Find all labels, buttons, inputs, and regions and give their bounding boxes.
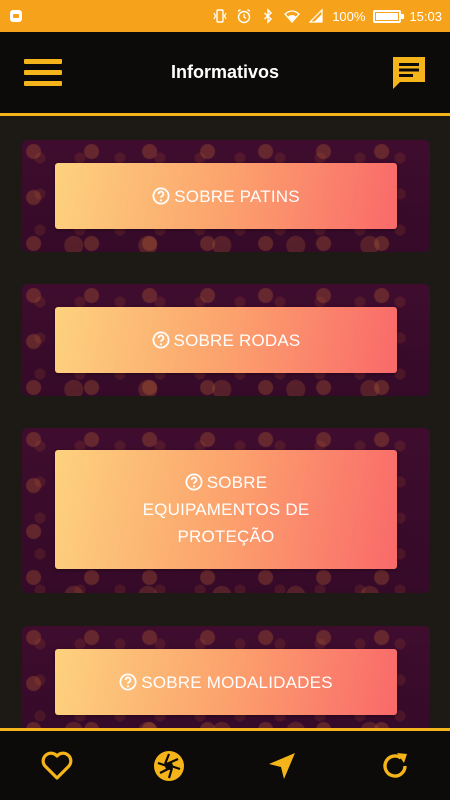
sobre-modalidades-button[interactable]: SOBRE MODALIDADES: [55, 649, 397, 715]
help-circle-icon: [152, 187, 174, 206]
card-button-label: SOBRE MODALIDADES: [141, 672, 333, 692]
heart-icon[interactable]: [40, 749, 74, 783]
card-button-label: SOBRE RODAS: [173, 330, 301, 350]
card-button-label: SOBRE: [206, 473, 268, 492]
battery-percent: 100%: [332, 8, 366, 24]
navigation-arrow-icon[interactable]: [265, 749, 299, 783]
info-list[interactable]: SOBRE PATINS SOBRE RODAS SOBRE EQUIPAMENT…: [0, 119, 450, 729]
sobre-rodas-button[interactable]: SOBRE RODAS: [55, 307, 397, 373]
camera-aperture-icon[interactable]: [152, 749, 186, 783]
help-circle-icon: [152, 331, 174, 350]
wifi-icon: [284, 10, 301, 23]
page-title: Informativos: [170, 62, 280, 82]
vibrate-icon: [213, 9, 227, 23]
bottom-nav: [0, 728, 450, 800]
bluetooth-icon: [264, 8, 273, 24]
info-card-modalidades: SOBRE MODALIDADES: [22, 626, 430, 729]
info-card-equipamentos: SOBRE EQUIPAMENTOS DE PROTEÇÃO: [22, 428, 430, 593]
sobre-patins-button[interactable]: SOBRE PATINS: [55, 163, 397, 229]
app-header: Informativos: [0, 32, 450, 116]
info-card-rodas: SOBRE RODAS: [22, 284, 430, 396]
signal-icon: [308, 8, 323, 23]
refresh-icon[interactable]: [378, 749, 412, 783]
card-button-label: SOBRE PATINS: [174, 186, 300, 206]
card-button-label: PROTEÇÃO: [177, 527, 275, 546]
help-circle-icon: [119, 673, 141, 692]
status-bar: 100% 15:03: [0, 0, 450, 32]
sobre-equipamentos-button[interactable]: SOBRE EQUIPAMENTOS DE PROTEÇÃO: [55, 450, 397, 569]
chat-message-icon[interactable]: [390, 54, 428, 92]
clock: 15:03: [409, 8, 442, 24]
battery-icon: [373, 9, 405, 23]
info-card-patins: SOBRE PATINS: [22, 140, 430, 252]
card-button-label: EQUIPAMENTOS DE: [142, 500, 310, 519]
help-circle-icon: [185, 473, 207, 492]
app-screen: 100% 15:03 Informativos SOBRE PATINS SOB…: [0, 0, 450, 800]
notification-icon: [10, 10, 22, 22]
alarm-icon: [237, 8, 251, 24]
